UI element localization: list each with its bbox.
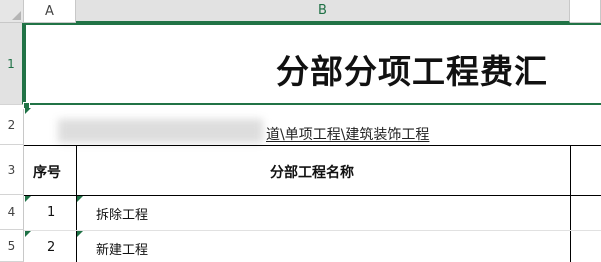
redacted-region	[58, 119, 263, 143]
cell-error-indicator	[25, 108, 31, 114]
cell-error-indicator	[77, 196, 83, 202]
row-seq-no: 2	[47, 240, 56, 255]
row-header-3[interactable]: 3	[0, 145, 24, 195]
row-header-2[interactable]: 2	[0, 105, 24, 145]
title-cell[interactable]: 分部分项工程费汇	[24, 23, 601, 105]
table-top-border	[24, 145, 601, 146]
sheet-title: 分部分项工程费汇	[276, 52, 548, 91]
column-header-c[interactable]	[570, 0, 601, 23]
row-division-name: 拆除工程	[96, 208, 149, 223]
header-seq-no: 序号	[33, 165, 61, 181]
cell-error-indicator	[77, 231, 83, 237]
row-header-5[interactable]: 5	[0, 230, 24, 262]
row-header-4[interactable]: 4	[0, 195, 24, 230]
row-division-name: 新建工程	[96, 243, 149, 258]
header-division-name: 分部工程名称	[270, 165, 354, 181]
cell-error-indicator	[25, 196, 31, 202]
row-seq-no: 1	[47, 205, 56, 220]
row-header-1[interactable]: 1	[0, 23, 24, 105]
cell-error-indicator	[25, 231, 31, 237]
column-header-a[interactable]: A	[24, 0, 76, 23]
column-header-b[interactable]: B	[76, 0, 570, 23]
select-all-corner[interactable]	[0, 0, 24, 23]
project-path: 道\单项工程\建筑装饰工程	[266, 127, 430, 143]
